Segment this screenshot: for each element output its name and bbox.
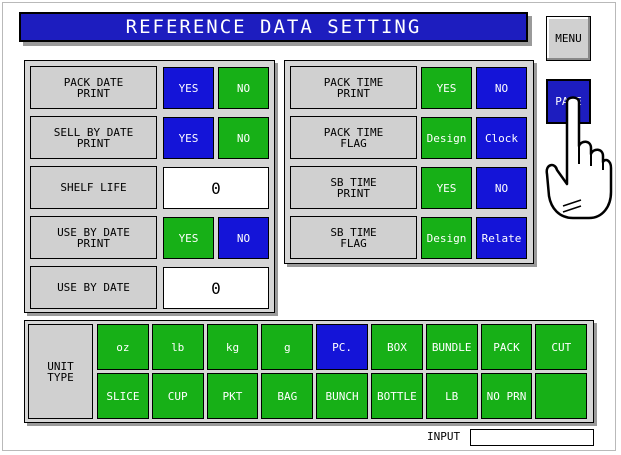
unit-type-button[interactable]: BOTTLE: [371, 373, 423, 419]
pack-time-flag-label: PACK TIME FLAG: [290, 116, 417, 159]
sb-time-print-no-button[interactable]: NO: [476, 167, 527, 209]
pack-time-print-label: PACK TIME PRINT: [290, 66, 417, 109]
unit-type-button[interactable]: CUP: [151, 373, 204, 419]
unit-type-button[interactable]: BOX: [371, 324, 423, 370]
unit-type-button[interactable]: PKT: [206, 373, 259, 419]
unit-type-button[interactable]: oz: [97, 324, 149, 370]
pack-time-print-no-button[interactable]: NO: [476, 67, 527, 109]
use-by-date-label: USE BY DATE: [30, 266, 157, 309]
shelf-life-label: SHELF LIFE: [30, 166, 157, 209]
shelf-life-field[interactable]: 0: [163, 167, 269, 209]
date-settings-panel: PACK DATE PRINT YES NO SELL BY DATE PRIN…: [24, 60, 275, 313]
unit-type-panel: UNIT TYPE oz lb kg g PC. BOX BUNDLE PACK CUT SLIC…: [24, 320, 594, 423]
unit-type-button[interactable]: PACK: [480, 324, 533, 370]
sb-time-flag-design-button[interactable]: Design: [421, 217, 472, 259]
pointing-hand-icon: [545, 96, 613, 220]
page-title: REFERENCE DATA SETTING: [19, 12, 528, 42]
input-field[interactable]: [470, 429, 594, 446]
unit-type-button[interactable]: [535, 373, 588, 419]
sell-by-date-print-label: SELL BY DATE PRINT: [30, 116, 157, 159]
unit-type-button[interactable]: BAG: [261, 373, 314, 419]
pack-date-print-label: PACK DATE PRINT: [30, 66, 157, 109]
unit-type-button[interactable]: CUT: [535, 324, 588, 370]
pack-time-flag-design-button[interactable]: Design: [421, 117, 472, 159]
unit-type-button[interactable]: PC.: [316, 324, 368, 370]
unit-type-button[interactable]: LB: [425, 373, 478, 419]
sell-by-no-button[interactable]: NO: [218, 117, 269, 159]
sb-time-flag-label: SB TIME FLAG: [290, 216, 417, 259]
pack-time-flag-clock-button[interactable]: Clock: [476, 117, 527, 159]
use-by-yes-button[interactable]: YES: [163, 217, 214, 259]
unit-type-label: UNIT TYPE: [28, 324, 93, 419]
sb-time-print-label: SB TIME PRINT: [290, 166, 417, 209]
menu-button[interactable]: MENU: [546, 16, 591, 61]
pack-date-no-button[interactable]: NO: [218, 67, 269, 109]
pack-date-yes-button[interactable]: YES: [163, 67, 214, 109]
sb-time-print-yes-button[interactable]: YES: [421, 167, 472, 209]
use-by-date-field[interactable]: 0: [163, 267, 269, 309]
unit-type-button[interactable]: NO PRN: [480, 373, 533, 419]
use-by-date-print-label: USE BY DATE PRINT: [30, 216, 157, 259]
input-label: INPUT: [427, 430, 461, 443]
unit-type-button[interactable]: g: [261, 324, 314, 370]
unit-type-button[interactable]: BUNDLE: [425, 324, 478, 370]
time-settings-panel: PACK TIME PRINT YES NO PACK TIME FLAG De…: [284, 60, 534, 264]
use-by-no-button[interactable]: NO: [218, 217, 269, 259]
unit-type-button[interactable]: BUNCH: [316, 373, 368, 419]
unit-type-button[interactable]: SLICE: [97, 373, 149, 419]
unit-type-button[interactable]: kg: [206, 324, 259, 370]
sell-by-yes-button[interactable]: YES: [163, 117, 214, 159]
unit-type-button[interactable]: lb: [151, 324, 204, 370]
pack-time-print-yes-button[interactable]: YES: [421, 67, 472, 109]
sb-time-flag-relate-button[interactable]: Relate: [476, 217, 527, 259]
